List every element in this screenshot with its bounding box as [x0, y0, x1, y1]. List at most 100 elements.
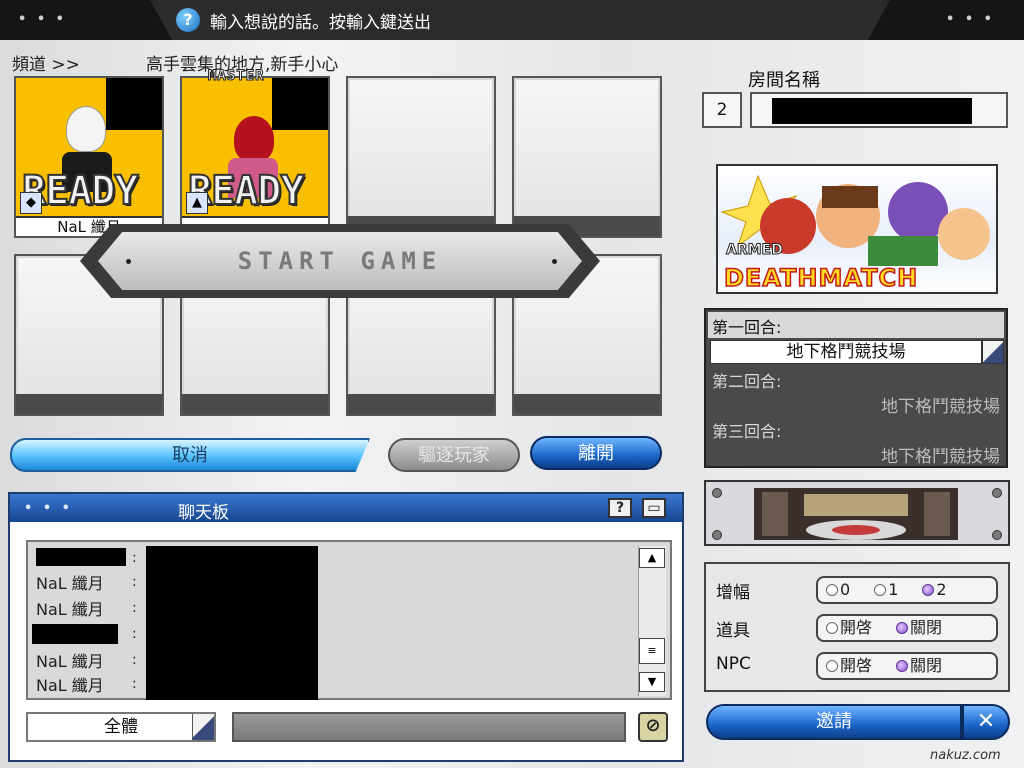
chat-log[interactable]: NaL 纖月 NaL 纖月 NaL 纖月 NaL 纖月 : : : : : : … — [26, 540, 672, 700]
chat-colon: : — [132, 652, 137, 668]
map-preview-image — [754, 488, 958, 540]
round-2-map[interactable]: 地下格鬥競技場 — [881, 392, 1000, 417]
chat-colon: : — [132, 550, 137, 566]
npc-radio-group[interactable]: 開啓 關閉 — [816, 652, 998, 680]
rivet — [992, 488, 1002, 498]
chat-title: 聊天板 — [178, 503, 229, 523]
room-number: 2 — [702, 92, 742, 128]
scroll-thumb[interactable]: ≡ — [639, 638, 665, 664]
boost-radio-group[interactable]: 012 — [816, 576, 998, 604]
invite-button[interactable]: 邀請 — [706, 704, 962, 740]
kick-player-button[interactable]: 驅逐玩家 — [388, 438, 520, 472]
round-1-header: 第一回合: — [708, 312, 1004, 338]
scroll-up-icon[interactable]: ▲ — [639, 548, 665, 568]
boost-option-1[interactable]: 1 — [874, 578, 898, 602]
items-option-off[interactable]: 關閉 — [896, 616, 942, 640]
top-right-dots: • • • — [946, 12, 995, 27]
mode-banner-title: DEATHMATCH — [723, 263, 919, 292]
slot-footer — [16, 394, 162, 414]
minimize-icon[interactable]: ▭ — [642, 498, 666, 518]
redacted-messages — [146, 546, 318, 700]
chat-header-dots: • • • — [24, 501, 73, 516]
round-2-label: 第二回合: — [712, 372, 782, 391]
chat-line-name: NaL 纖月 — [36, 574, 104, 593]
redacted-room-name — [772, 98, 972, 124]
help-icon[interactable]: ? — [608, 498, 632, 518]
redacted-block — [272, 78, 328, 130]
map-preview-art — [754, 488, 958, 540]
player-slot-2[interactable]: READY ▲ — [180, 76, 330, 238]
chat-line-name: NaL 纖月 — [36, 652, 104, 671]
top-bar: • • • • • • — [0, 0, 1024, 40]
radio-icon — [826, 622, 838, 634]
rivet — [992, 530, 1002, 540]
chat-input-hint: 輸入想說的話。按輸入鍵送出 — [210, 13, 431, 33]
leave-button[interactable]: 離開 — [530, 436, 662, 470]
chat-header: • • • 聊天板 ? ▭ — [10, 494, 682, 523]
radio-selected-icon — [896, 660, 909, 672]
boost-option-2[interactable]: 2 — [922, 578, 947, 602]
start-game-button[interactable]: START GAME — [98, 232, 582, 290]
redacted-name — [36, 548, 126, 566]
rivet — [712, 530, 722, 540]
question-icon[interactable]: ? — [176, 8, 200, 32]
chat-input[interactable] — [232, 712, 626, 742]
player-slot-3[interactable] — [346, 76, 496, 238]
options-panel: 增幅 012 道具 開啓 關閉 NPC 開啓 關閉 — [704, 562, 1010, 692]
items-option-on[interactable]: 開啓 — [826, 616, 872, 640]
radio-icon — [874, 584, 887, 596]
channel-label: 頻道 >> — [12, 55, 80, 75]
cancel-button[interactable]: 取消 — [10, 438, 370, 472]
round-3-label: 第三回合: — [712, 422, 782, 441]
mode-banner: ARMED DEATHMATCH — [716, 164, 998, 294]
player-slot-1[interactable]: READY ◆ NaL 纖月 — [14, 76, 164, 238]
chat-colon: : — [132, 626, 137, 642]
close-icon[interactable]: ✕ — [962, 704, 1010, 740]
radio-selected-icon — [896, 622, 909, 634]
round-1-map-select[interactable]: 地下格鬥競技場 — [710, 340, 982, 364]
no-entry-icon[interactable]: ⊘ — [638, 712, 668, 742]
slot-footer — [348, 394, 494, 414]
redacted-name — [32, 624, 118, 644]
chat-panel: • • • 聊天板 ? ▭ NaL 纖月 NaL 纖月 NaL 纖月 NaL 纖… — [8, 492, 684, 762]
chat-line-name: NaL 纖月 — [36, 676, 104, 695]
npc-label: NPC — [716, 654, 751, 674]
radio-selected-icon — [922, 584, 935, 596]
chevron-down-icon[interactable] — [192, 714, 214, 740]
chat-colon: : — [132, 574, 137, 590]
watermark: nakuz.com — [930, 748, 1001, 763]
player-slot-4[interactable] — [512, 76, 662, 238]
banner-rivet — [126, 259, 131, 264]
player-avatar — [234, 116, 274, 162]
banner-rivet — [552, 259, 557, 264]
room-name-field — [750, 92, 1008, 128]
player-avatar — [66, 106, 106, 152]
radio-icon — [826, 660, 838, 672]
npc-option-on[interactable]: 開啓 — [826, 654, 872, 678]
top-left-dots: • • • — [18, 12, 67, 27]
chat-scrollbar[interactable]: ▲ ≡ ▼ — [638, 546, 666, 696]
round-1-label: 第一回合: — [712, 318, 782, 337]
chat-target-select[interactable]: 全體 — [26, 712, 216, 742]
map-preview-panel — [704, 480, 1010, 546]
boost-label: 增幅 — [716, 583, 750, 603]
boost-option-0[interactable]: 0 — [826, 578, 850, 602]
round-3-map[interactable]: 地下格鬥競技場 — [881, 442, 1000, 467]
rivet — [712, 488, 722, 498]
scroll-down-icon[interactable]: ▼ — [639, 672, 665, 692]
slot-footer — [182, 394, 328, 414]
redacted-block — [106, 78, 162, 130]
mode-banner-subtitle: ARMED — [726, 242, 784, 259]
items-label: 道具 — [716, 621, 750, 641]
radio-icon — [826, 584, 838, 596]
chat-colon: : — [132, 676, 137, 692]
chevron-down-icon[interactable] — [982, 340, 1004, 364]
slot-footer — [514, 394, 660, 414]
npc-option-off[interactable]: 關閉 — [896, 654, 942, 678]
chat-line-name: NaL 纖月 — [36, 600, 104, 619]
potion-icon: ▲ — [186, 192, 208, 214]
master-badge: MASTER — [208, 68, 265, 85]
chat-colon: : — [132, 600, 137, 616]
items-radio-group[interactable]: 開啓 關閉 — [816, 614, 998, 642]
rounds-panel: 第一回合: 地下格鬥競技場 第二回合: 地下格鬥競技場 第三回合: 地下格鬥競技… — [704, 308, 1008, 468]
